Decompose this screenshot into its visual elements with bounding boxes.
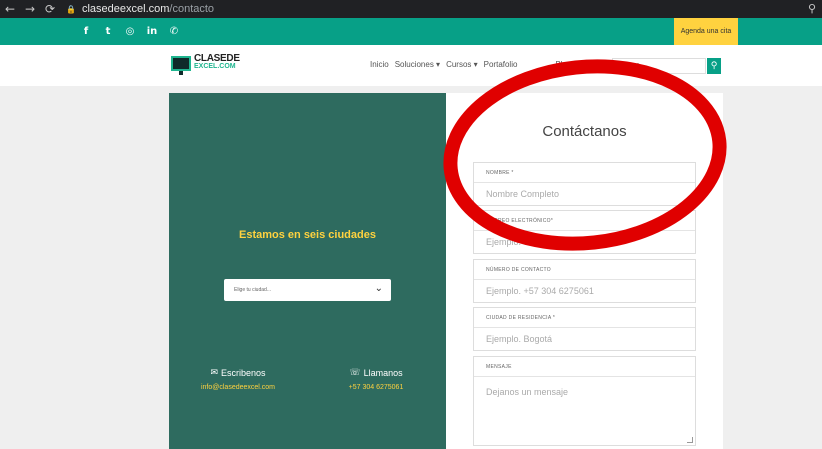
call-us-label: Llamanos xyxy=(363,368,403,378)
address-bar[interactable]: 🔒 clasedeexcel.com/contacto xyxy=(66,3,214,15)
city-label: CIUDAD DE RESIDENCIA * xyxy=(474,308,695,328)
menu-item-portafolio[interactable]: Portafolio xyxy=(484,60,518,69)
city-field[interactable]: CIUDAD DE RESIDENCIA * Ejemplo. Bogotá xyxy=(473,307,696,351)
menu-item-hidden[interactable] xyxy=(523,60,549,69)
phone-link[interactable]: +57 304 6275061 xyxy=(329,384,423,391)
write-us-label: Escribenos xyxy=(221,368,266,378)
menu-item-inicio[interactable]: Inicio xyxy=(370,60,389,69)
cities-title: Estamos en seis ciudades xyxy=(239,229,376,241)
address-domain: clasedeexcel.com xyxy=(81,3,170,15)
message-field[interactable]: MENSAJE Dejanos un mensaje xyxy=(473,356,696,446)
site-header: CLASEDE EXCEL.COM Inicio Soluciones ▾ Cu… xyxy=(0,45,822,86)
browser-toolbar: ← → ⟳ 🔒 clasedeexcel.com/contacto ⚲ xyxy=(0,0,822,18)
email-field[interactable]: CORREO ELECTRÓNICO* Ejemplo. example@mai… xyxy=(473,210,696,254)
site-logo[interactable]: CLASEDE EXCEL.COM xyxy=(171,53,240,75)
city-input[interactable]: Ejemplo. Bogotá xyxy=(474,328,695,350)
message-textarea[interactable]: Dejanos un mensaje xyxy=(474,377,695,445)
call-us-block: ☏ Llamanos +57 304 6275061 xyxy=(329,368,423,391)
menu-item-soluciones[interactable]: Soluciones ▾ xyxy=(395,60,440,69)
back-arrow-icon[interactable]: ← xyxy=(0,2,20,16)
name-input[interactable]: Nombre Completo xyxy=(474,183,695,205)
name-field[interactable]: NOMBRE * Nombre Completo xyxy=(473,162,696,206)
contact-form: Contáctanos NOMBRE * Nombre Completo COR… xyxy=(446,93,723,449)
menu-item-cursos[interactable]: Cursos ▾ xyxy=(446,60,478,69)
book-appointment-button[interactable]: Agenda una cita xyxy=(674,18,738,45)
linkedin-icon[interactable]: in xyxy=(146,26,158,37)
facebook-icon[interactable]: f xyxy=(80,26,92,37)
message-label: MENSAJE xyxy=(474,357,695,377)
email-link[interactable]: info@clasedeexcel.com xyxy=(191,384,285,391)
forward-arrow-icon[interactable]: → xyxy=(20,2,40,16)
whatsapp-icon[interactable]: ✆ xyxy=(168,26,180,37)
twitter-icon[interactable]: t xyxy=(102,26,114,37)
phone-label: NÚMERO DE CONTACTO xyxy=(474,260,695,280)
city-select[interactable]: Elige tu ciudad... ⌄ xyxy=(224,279,391,301)
name-label: NOMBRE * xyxy=(474,163,695,183)
resize-handle[interactable] xyxy=(687,437,693,443)
chevron-down-icon: ⌄ xyxy=(374,283,383,294)
email-input[interactable]: Ejemplo. example@mail.com xyxy=(474,231,695,253)
monitor-icon xyxy=(171,55,191,75)
cities-panel: Estamos en seis ciudades Elige tu ciudad… xyxy=(169,93,446,449)
form-title: Contáctanos xyxy=(542,123,627,140)
instagram-icon[interactable]: ◎ xyxy=(124,26,136,37)
logo-line-2: EXCEL.COM xyxy=(194,63,236,70)
phone-input[interactable]: Ejemplo. +57 304 6275061 xyxy=(474,280,695,302)
phone-icon: ☏ xyxy=(349,368,361,378)
main-menu: Inicio Soluciones ▾ Cursos ▾ Portafolio … xyxy=(370,60,603,69)
search-button[interactable]: ⚲ xyxy=(707,58,721,74)
logo-line-1: CLASEDE xyxy=(194,53,240,64)
menu-item-blog[interactable]: Blog xyxy=(555,60,571,69)
reload-icon[interactable]: ⟳ xyxy=(40,2,60,16)
lock-icon: 🔒 xyxy=(66,4,76,14)
browser-search-icon[interactable]: ⚲ xyxy=(808,2,816,15)
phone-field[interactable]: NÚMERO DE CONTACTO Ejemplo. +57 304 6275… xyxy=(473,259,696,303)
search-input[interactable]: Buscar... xyxy=(612,58,706,74)
city-select-placeholder: Elige tu ciudad... xyxy=(234,287,271,293)
email-icon: ✉ xyxy=(210,368,218,378)
address-path: /contacto xyxy=(169,3,215,15)
menu-item-contacto[interactable]: Contac xyxy=(577,60,602,69)
write-us-block: ✉ Escribenos info@clasedeexcel.com xyxy=(191,368,285,391)
email-label: CORREO ELECTRÓNICO* xyxy=(474,211,695,231)
